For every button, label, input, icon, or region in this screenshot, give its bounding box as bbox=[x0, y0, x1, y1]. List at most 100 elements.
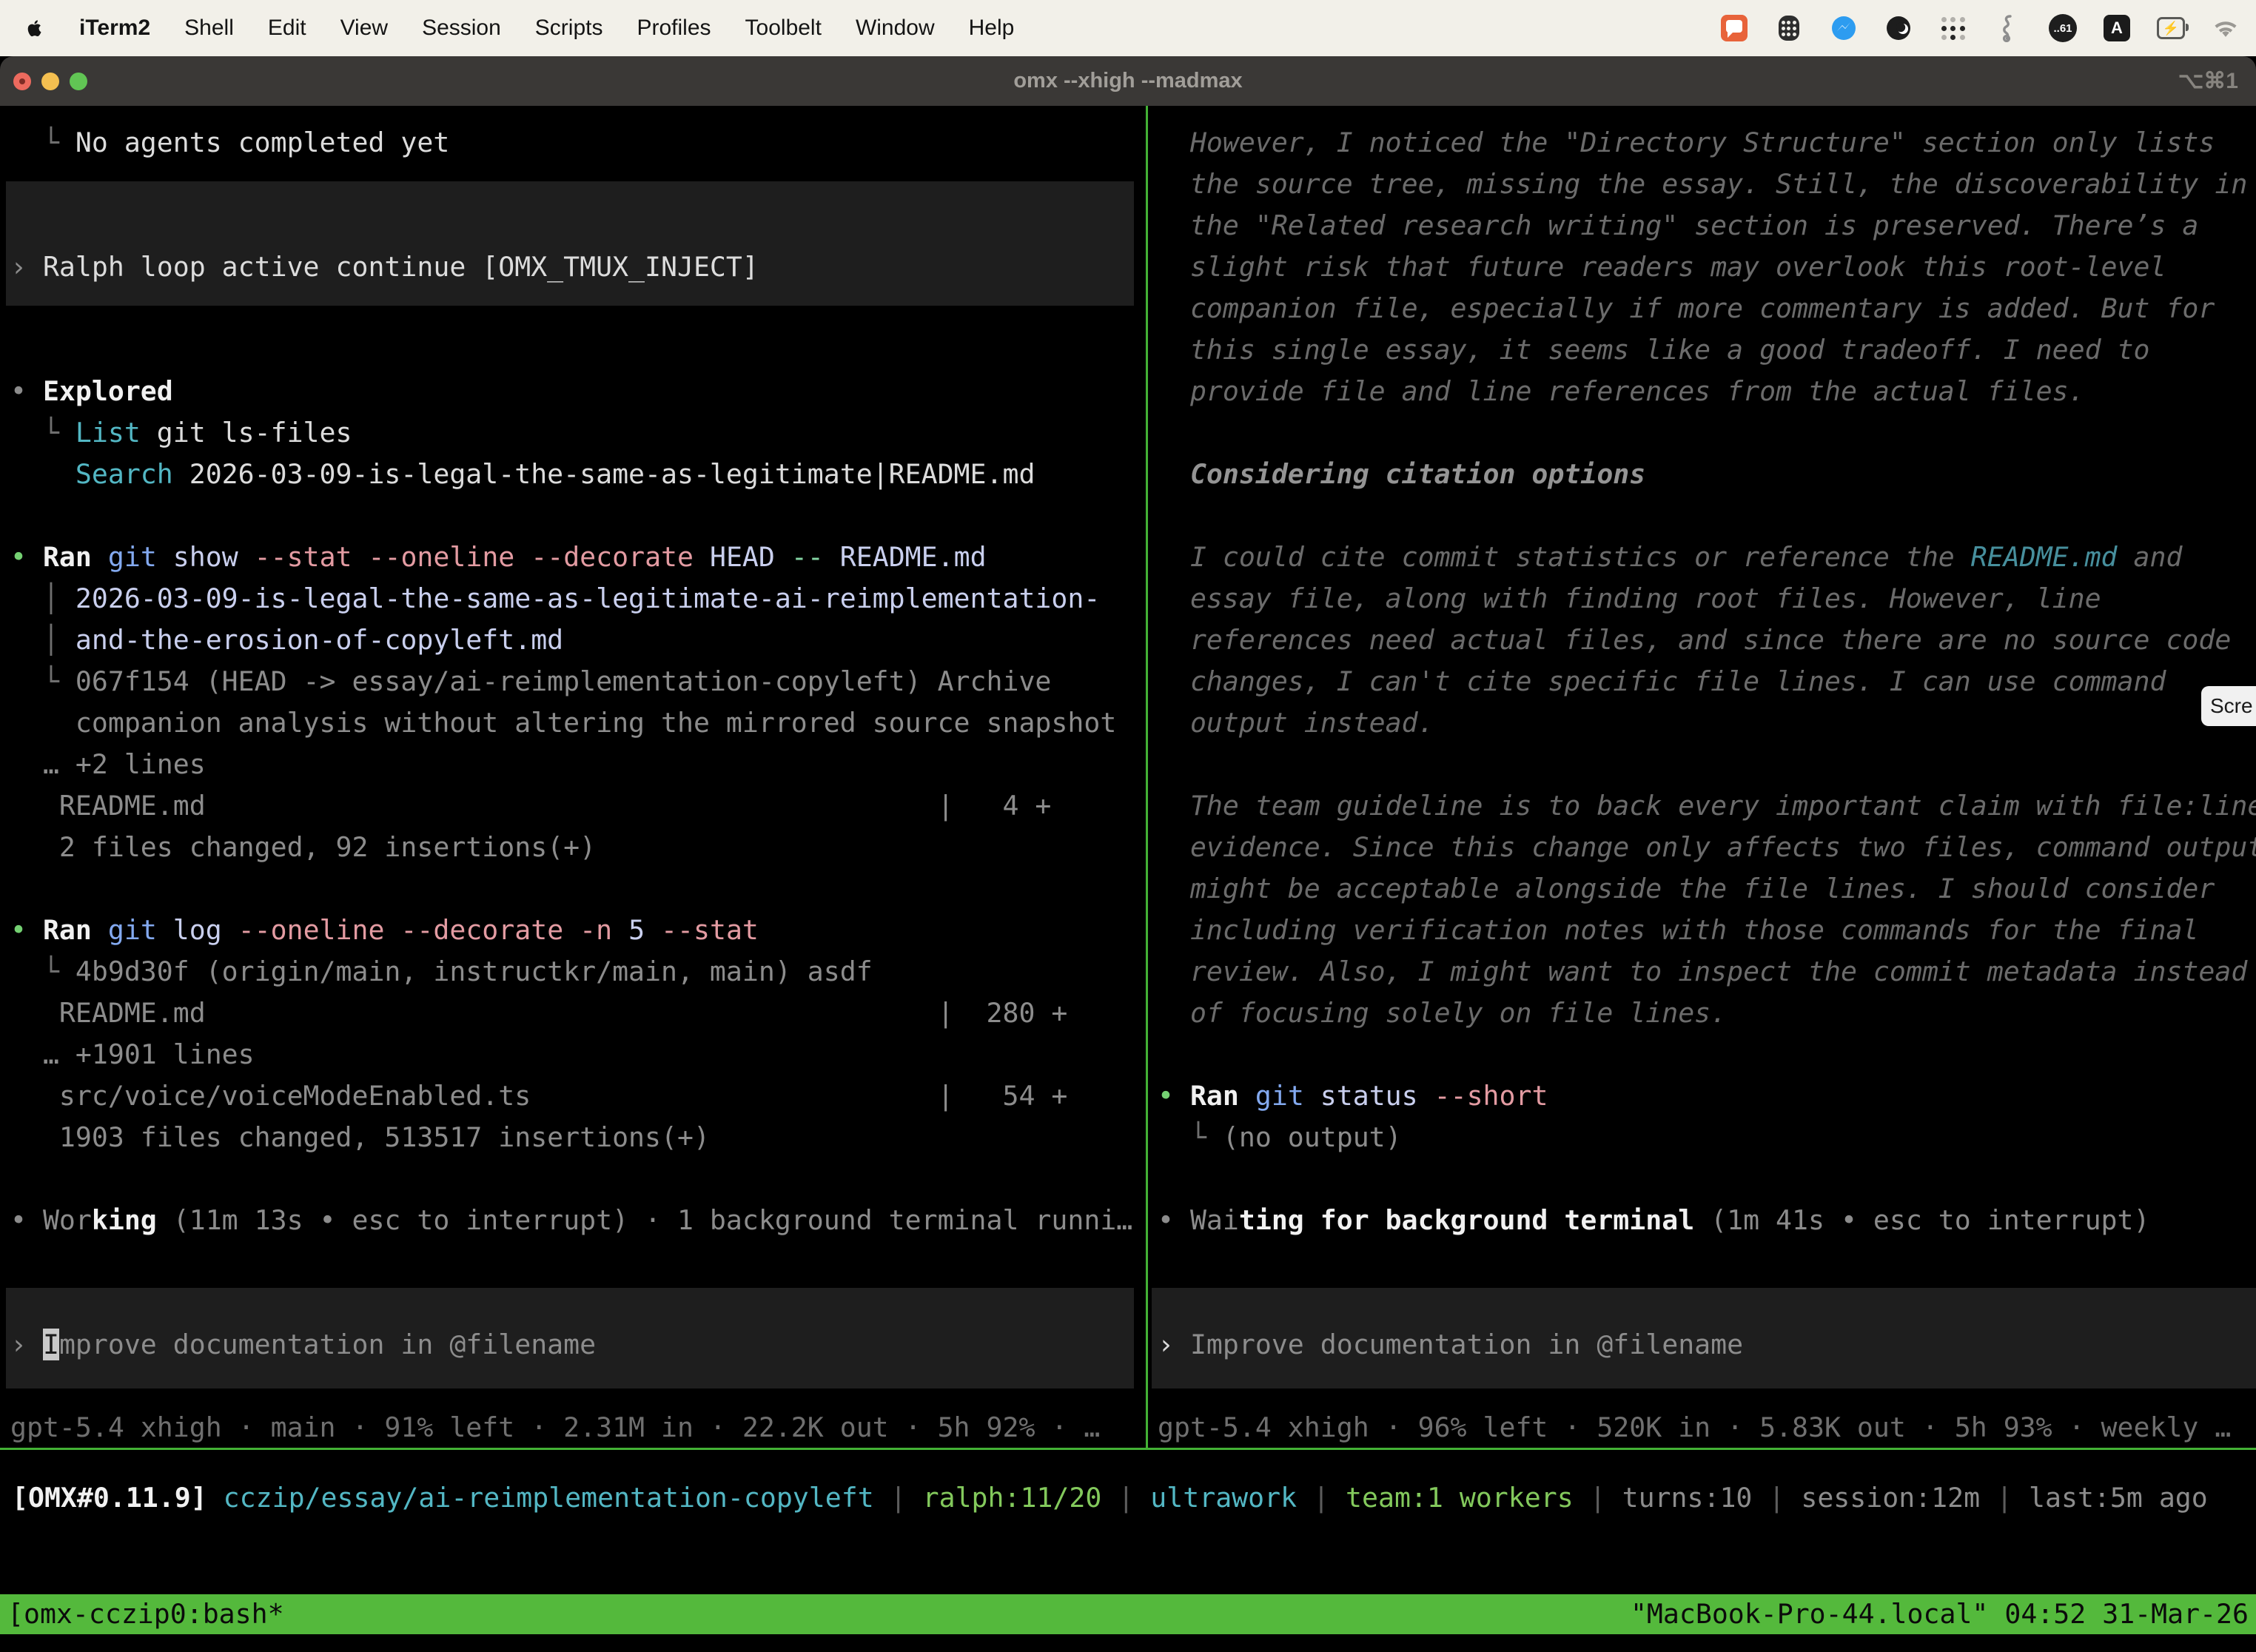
terminal-area[interactable]: └ No agents completed yet› Ralph loop ac… bbox=[0, 106, 2256, 1652]
text-segment: │ bbox=[10, 582, 75, 614]
text-segment: │ bbox=[10, 624, 75, 656]
menu-item-view[interactable]: View bbox=[340, 16, 388, 41]
wifi-icon[interactable] bbox=[2212, 14, 2240, 42]
text-segment: I bbox=[43, 1329, 59, 1360]
text-segment bbox=[92, 541, 108, 573]
text-segment: --short bbox=[1434, 1080, 1548, 1112]
text-segment: turns:10 bbox=[1622, 1482, 1753, 1514]
text-segment: cczip/essay/ai-reimplementation-copyleft bbox=[207, 1482, 874, 1514]
text-segment: mprove documentation in @filename bbox=[59, 1329, 596, 1360]
terminal-line: • Ran git log --oneline --decorate -n 5 … bbox=[10, 910, 759, 951]
text-segment: • Wai bbox=[1158, 1204, 1239, 1236]
text-segment: Ralph loop active continue [OMX_TMUX_INJ… bbox=[43, 251, 759, 283]
text-segment bbox=[1239, 1080, 1255, 1112]
menu-item-window[interactable]: Window bbox=[856, 16, 935, 41]
left-pane[interactable]: └ No agents completed yet› Ralph loop ac… bbox=[10, 122, 1141, 1448]
text-segment: README.md | 280 + bbox=[10, 997, 1067, 1029]
terminal-line: essay file, along with finding root file… bbox=[1158, 578, 2101, 620]
iterm2-window: omx --xhigh --madmax ⌥⌘1 └ No agents com… bbox=[0, 56, 2256, 1652]
traffic-lights bbox=[13, 56, 87, 106]
squiggle-icon[interactable] bbox=[1994, 14, 2022, 42]
terminal-line: └ (no output) bbox=[1158, 1117, 1402, 1158]
text-segment: show bbox=[157, 541, 255, 573]
text-segment: └ bbox=[10, 127, 75, 158]
text-segment: status bbox=[1304, 1080, 1434, 1112]
text-segment: slight risk that future readers may over… bbox=[1158, 251, 2166, 283]
text-segment: [OMX#0.11.9] bbox=[12, 1482, 207, 1514]
terminal-line: • Working (11m 13s • esc to interrupt) ·… bbox=[10, 1200, 1132, 1241]
text-segment: Ran bbox=[43, 541, 92, 573]
text-segment: the source tree, missing the essay. Stil… bbox=[1158, 168, 2247, 200]
terminal-line: evidence. Since this change only affects… bbox=[1158, 827, 2256, 868]
text-segment: Improve documentation in @filename bbox=[1190, 1329, 1743, 1360]
terminal-line: › Improve documentation in @filename bbox=[1158, 1324, 1743, 1366]
terminal-line: might be acceptable alongside the file l… bbox=[1158, 868, 2215, 910]
menu-item-edit[interactable]: Edit bbox=[268, 16, 306, 41]
right-pane[interactable]: However, I noticed the "Directory Struct… bbox=[1158, 122, 2256, 1448]
menu-item-iterm2[interactable]: iTerm2 bbox=[79, 16, 150, 41]
text-segment: changes, I can't cite specific file line… bbox=[1158, 665, 2166, 697]
text-segment: › bbox=[10, 251, 43, 283]
text-segment: List bbox=[75, 417, 141, 449]
text-segment: | bbox=[1297, 1482, 1346, 1514]
terminal-line: companion analysis without altering the … bbox=[10, 702, 1116, 744]
text-segment: … +2 lines bbox=[10, 748, 206, 780]
text-segment: and bbox=[2118, 541, 2183, 573]
text-segment: › bbox=[1158, 1329, 1190, 1360]
text-segment: HEAD bbox=[710, 541, 791, 573]
battery-icon[interactable]: ⚡ bbox=[2157, 14, 2185, 42]
terminal-line: provide file and line references from th… bbox=[1158, 371, 2085, 412]
terminal-line: README.md | 280 + bbox=[10, 993, 1067, 1034]
text-segment: ralph:11/20 bbox=[923, 1482, 1102, 1514]
screen-notification[interactable]: Scre bbox=[2201, 686, 2256, 726]
menu-item-session[interactable]: Session bbox=[422, 16, 501, 41]
text-segment: ultrawork bbox=[1150, 1482, 1297, 1514]
terminal-line: references need actual files, and since … bbox=[1158, 620, 2231, 661]
apple-menu-icon[interactable] bbox=[25, 16, 45, 40]
zoom-button[interactable] bbox=[70, 73, 87, 90]
text-segment: README.md bbox=[824, 541, 987, 573]
menu-item-scripts[interactable]: Scripts bbox=[535, 16, 603, 41]
messenger-bolt-icon[interactable] bbox=[1830, 14, 1858, 42]
badge-61-icon[interactable]: ..61 bbox=[2049, 14, 2077, 42]
text-segment: (11m 13s • esc to interrupt) · 1 backgro… bbox=[157, 1204, 1133, 1236]
text-segment: | bbox=[874, 1482, 923, 1514]
text-segment: git bbox=[1255, 1080, 1304, 1112]
dots-grid-icon[interactable] bbox=[1939, 14, 1967, 42]
text-segment: and-the-erosion-of-copyleft.md bbox=[75, 624, 563, 656]
text-segment: gpt-5.4 xhigh · 96% left · 520K in · 5.8… bbox=[1158, 1411, 2231, 1443]
menubar-status-icons: ..61 A ⚡ bbox=[1720, 14, 2256, 42]
terminal-line: • Ran git status --short bbox=[1158, 1075, 1548, 1117]
terminal-line: • Ran git show --stat --oneline --decora… bbox=[10, 537, 987, 578]
menu-item-shell[interactable]: Shell bbox=[184, 16, 234, 41]
text-segment: Search bbox=[10, 458, 173, 490]
window-title: omx --xhigh --madmax bbox=[0, 69, 2256, 93]
terminal-line: However, I noticed the "Directory Struct… bbox=[1158, 122, 2215, 164]
text-segment: Ran bbox=[43, 914, 92, 946]
text-segment: 2026-03-09-is-legal-the-same-as-legitima… bbox=[75, 582, 1100, 614]
menu-item-toolbelt[interactable]: Toolbelt bbox=[745, 16, 822, 41]
text-segment: ting for background terminal bbox=[1239, 1204, 1694, 1236]
terminal-line: … +2 lines bbox=[10, 744, 206, 785]
close-button[interactable] bbox=[13, 73, 31, 90]
text-segment: • bbox=[1158, 1080, 1190, 1112]
text-segment: Ran bbox=[1190, 1080, 1239, 1112]
text-segment: including verification notes with those … bbox=[1158, 914, 2198, 946]
terminal-line: 2 files changed, 92 insertions(+) bbox=[10, 827, 596, 868]
shield-grid-icon[interactable] bbox=[1775, 14, 1803, 42]
text-segment: … +1901 lines bbox=[10, 1038, 255, 1070]
text-segment: last:5m ago bbox=[2029, 1482, 2208, 1514]
menu-item-profiles[interactable]: Profiles bbox=[637, 16, 711, 41]
text-segment: provide file and line references from th… bbox=[1158, 375, 2085, 407]
terminal-line: src/voice/voiceModeEnabled.ts | 54 + bbox=[10, 1075, 1067, 1117]
minimize-button[interactable] bbox=[41, 73, 59, 90]
terminal-line: slight risk that future readers may over… bbox=[1158, 246, 2166, 288]
text-segment: this single essay, it seems like a good … bbox=[1158, 334, 2149, 366]
pane-divider-vertical[interactable] bbox=[1146, 106, 1148, 1448]
menu-item-help[interactable]: Help bbox=[969, 16, 1015, 41]
chat-bubble-icon[interactable] bbox=[1720, 14, 1748, 42]
input-source-icon[interactable]: A bbox=[2104, 15, 2130, 41]
window-titlebar[interactable]: omx --xhigh --madmax ⌥⌘1 bbox=[0, 56, 2256, 106]
text-segment: 067f154 (HEAD -> essay/ai-reimplementati… bbox=[75, 665, 1052, 697]
crescent-circle-icon[interactable] bbox=[1884, 14, 1913, 42]
